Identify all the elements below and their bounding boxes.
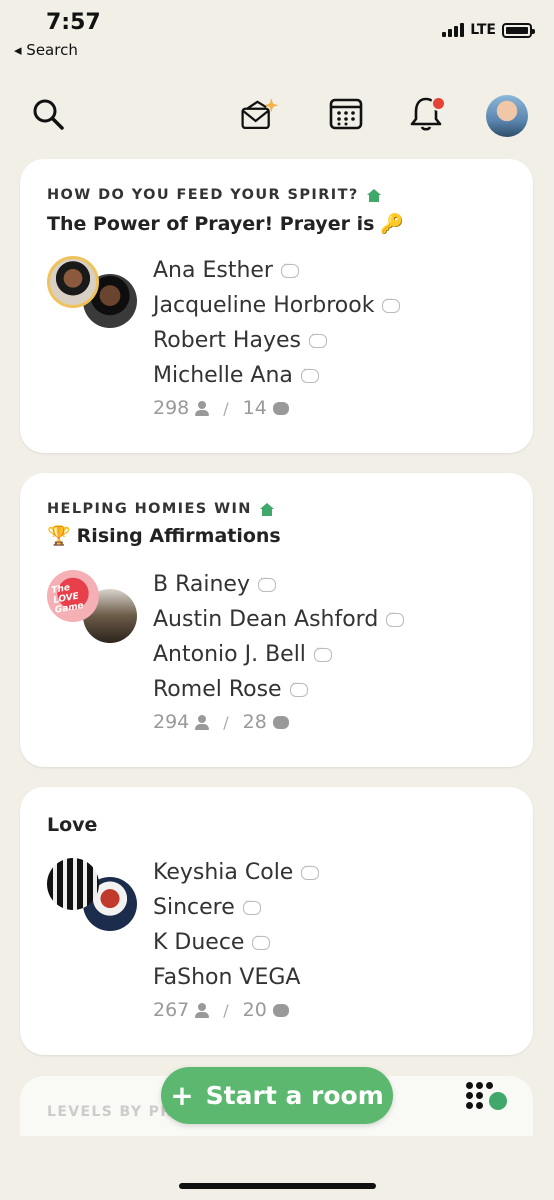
room-topic: The Power of Prayer! Prayer is 🔑 bbox=[47, 212, 405, 236]
network-label: LTE bbox=[470, 22, 496, 38]
online-dot-icon bbox=[489, 1092, 507, 1110]
online-users-button[interactable] bbox=[462, 1078, 510, 1114]
speaker-name: Austin Dean Ashford bbox=[153, 602, 405, 637]
speaker-name: Romel Rose bbox=[153, 672, 404, 707]
plus-icon: + bbox=[170, 1079, 194, 1112]
speaker-name: Robert Hayes bbox=[153, 323, 400, 358]
speaker-name: FaShon VEGA bbox=[153, 965, 301, 990]
chat-bubble-icon bbox=[257, 572, 276, 592]
speaker-list: Keyshia Cole Sincere K Duece FaShon VEGA… bbox=[153, 855, 320, 1021]
speaker-list: Ana Esther Jacqueline Horbrook Robert Ha… bbox=[153, 253, 401, 419]
room-card[interactable]: HOW DO YOU FEED YOUR SPIRIT? The Power o… bbox=[20, 159, 533, 453]
speaker-name: Jacqueline Horbrook bbox=[153, 288, 401, 323]
message-count: 28 bbox=[242, 711, 267, 733]
person-icon bbox=[195, 1003, 210, 1018]
chat-bubble-icon bbox=[301, 860, 320, 880]
speaker-name: Keyshia Cole bbox=[153, 855, 320, 890]
speaker-name: Sincere bbox=[153, 890, 319, 925]
speaker-name: Michelle Ana bbox=[153, 358, 400, 393]
chat-bubble-icon bbox=[313, 642, 332, 662]
chat-bubble-icon bbox=[386, 607, 405, 627]
message-icon bbox=[272, 709, 289, 729]
speaker-name: B Rainey bbox=[153, 567, 404, 602]
battery-icon bbox=[502, 22, 535, 38]
room-stats: 267 / 20 bbox=[153, 997, 319, 1021]
status-indicators: LTE bbox=[442, 22, 535, 38]
start-room-button[interactable]: + Start a room bbox=[161, 1067, 393, 1124]
listener-count: 298 bbox=[153, 397, 190, 419]
room-stats: 294 / 28 bbox=[153, 709, 404, 733]
message-count: 14 bbox=[242, 397, 267, 419]
listener-count: 267 bbox=[153, 999, 190, 1021]
house-icon bbox=[366, 188, 381, 202]
speaker-name: Ana Esther bbox=[153, 253, 400, 288]
listener-count: 294 bbox=[153, 711, 190, 733]
trophy-icon: 🏆 bbox=[47, 525, 71, 547]
chat-bubble-icon bbox=[252, 930, 271, 950]
person-icon bbox=[195, 715, 210, 730]
message-count: 20 bbox=[242, 999, 267, 1021]
room-card[interactable]: HELPING HOMIES WIN 🏆 Rising Affirmations… bbox=[20, 473, 533, 767]
signal-icon bbox=[442, 23, 465, 37]
calendar-icon[interactable] bbox=[326, 94, 366, 134]
home-indicator bbox=[179, 1183, 376, 1189]
status-time: 7:57 bbox=[46, 10, 101, 35]
chat-bubble-icon bbox=[300, 363, 319, 383]
chat-bubble-icon bbox=[308, 328, 327, 348]
avatar bbox=[47, 256, 99, 308]
chat-bubble-icon bbox=[242, 895, 261, 915]
envelope-sparkle-icon[interactable] bbox=[240, 94, 280, 134]
room-topic: Love bbox=[47, 814, 98, 836]
room-stats: 298 / 14 bbox=[153, 395, 400, 419]
message-icon bbox=[272, 997, 289, 1017]
chat-bubble-icon bbox=[382, 293, 401, 313]
person-icon bbox=[195, 401, 210, 416]
club-name: LEVELS BY PR bbox=[47, 1104, 173, 1120]
message-icon bbox=[272, 395, 289, 415]
house-icon bbox=[259, 502, 274, 516]
avatar bbox=[47, 858, 99, 910]
speaker-name: Antonio J. Bell bbox=[153, 637, 404, 672]
profile-avatar[interactable] bbox=[486, 95, 528, 137]
avatar: The LOVE Game bbox=[47, 570, 99, 622]
room-topic: 🏆 Rising Affirmations bbox=[47, 524, 281, 548]
chat-bubble-icon bbox=[280, 258, 299, 278]
key-icon: 🔑 bbox=[380, 213, 405, 235]
speaker-name: K Duece bbox=[153, 925, 319, 960]
back-to-search-link[interactable]: ◂ Search bbox=[14, 41, 78, 59]
notification-badge bbox=[431, 96, 446, 111]
room-card[interactable]: Love Keyshia Cole Sincere K Duece FaShon… bbox=[20, 787, 533, 1055]
club-name: HOW DO YOU FEED YOUR SPIRIT? bbox=[47, 187, 381, 203]
club-name: HELPING HOMIES WIN bbox=[47, 501, 274, 517]
search-icon[interactable] bbox=[28, 94, 68, 134]
chat-bubble-icon bbox=[289, 677, 308, 697]
speaker-list: B Rainey Austin Dean Ashford Antonio J. … bbox=[153, 567, 405, 733]
